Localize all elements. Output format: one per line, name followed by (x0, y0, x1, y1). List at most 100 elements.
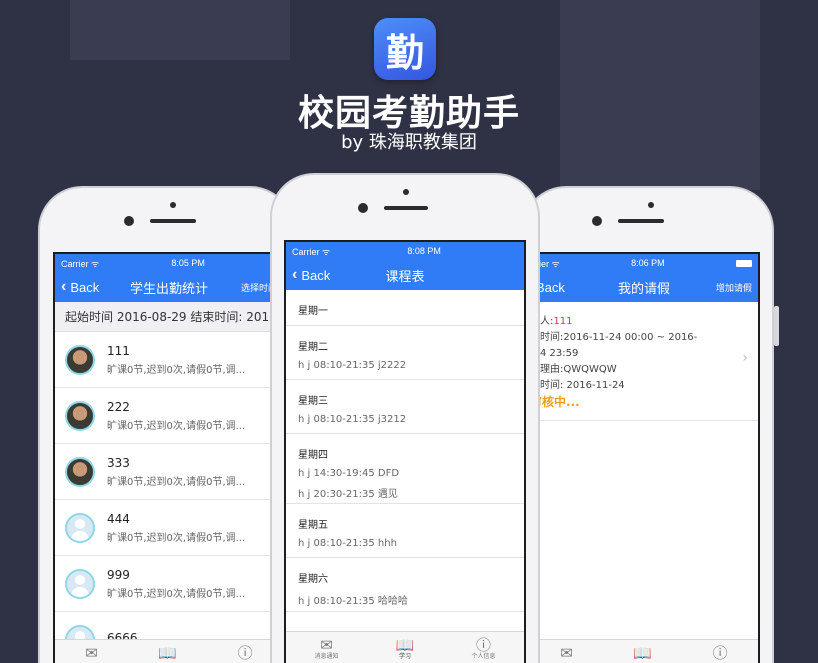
back-label: Back (70, 279, 100, 295)
right-screen: rier ᯤ 8:06 PM Back 我的请假 增加请假 假人:111 假时间… (528, 252, 760, 663)
schedule-day-item[interactable]: 星期五 h j 08:10-21:35 hhh (286, 504, 524, 558)
carrier-label: Carrier ᯤ (61, 258, 100, 269)
day-name: 星期三 (298, 396, 328, 407)
tab-bar: ✉ 📖 ⓘ (530, 639, 758, 663)
mail-icon: ✉ (85, 643, 98, 662)
student-detail: 旷课0节,迟到0次,请假0节,调... (107, 420, 246, 432)
status-badge: 审核中... (530, 395, 580, 409)
tab-messages[interactable]: ✉ (560, 645, 573, 661)
schedule-day-item[interactable]: 星期四 h j 14:30-19:45 DFD h j 20:30-21:35 遇见 (286, 434, 524, 504)
tab-bar: ✉ 📖 ⓘ (55, 639, 283, 663)
day-name: 星期五 (298, 520, 328, 531)
back-label: Back (301, 267, 331, 283)
tab-study[interactable]: 📖 学习 (396, 637, 415, 660)
schedule-day-item[interactable]: 星期一 (286, 290, 524, 326)
student-name: 999 (107, 567, 130, 582)
student-name: 444 (107, 511, 130, 526)
student-name: 222 (107, 399, 130, 414)
class-entry: h j 08:10-21:35 j2222 (298, 360, 407, 371)
front-camera (124, 216, 134, 226)
schedule-day-item[interactable]: 星期三 h j 08:10-21:35 j3212 (286, 380, 524, 434)
front-sensor (648, 202, 654, 208)
avatar (65, 344, 95, 375)
status-bar: Carrier ᯤ 8:08 PM (286, 242, 524, 260)
class-entry: h j 20:30-21:35 遇见 (298, 489, 398, 500)
earpiece-speaker (384, 206, 428, 210)
nav-bar: ‹ Back 课程表 (286, 260, 524, 290)
info-icon: ⓘ (712, 643, 728, 662)
student-info: 444 旷课0节,迟到0次,请假0节,调... (107, 512, 245, 544)
tab-profile[interactable]: ⓘ (238, 645, 253, 661)
nav-bar: Back 我的请假 增加请假 (530, 272, 758, 302)
leave-reason: 假理由:QWQWQW (530, 364, 617, 375)
student-list: 111 旷课0节,迟到0次,请假0节,调... 222 旷课0节,迟到0次,请假0节,… (55, 332, 283, 663)
tab-profile[interactable]: ⓘ 个人信息 (471, 637, 495, 660)
back-button[interactable]: Back (536, 280, 565, 295)
left-phone: Carrier ᯤ 8:05 PM ‹ Back 学生出勤统计 选择时间 起始时间… (38, 186, 294, 663)
student-row[interactable]: 333 旷课0节,迟到0次,请假0节,调... (55, 444, 283, 500)
leave-requester: 假人:111 (530, 314, 752, 330)
app-logo-glyph: 勤 (385, 30, 424, 75)
leave-request-item[interactable]: 假人:111 假时间:2016-11-24 00:00 ~ 2016- -24 … (530, 302, 758, 421)
status-bar: Carrier ᯤ 8:05 PM (55, 254, 283, 272)
front-sensor (403, 189, 409, 195)
student-row[interactable]: 222 旷课0节,迟到0次,请假0节,调... (55, 388, 283, 444)
class-entry: h j 14:30-19:45 DFD (298, 468, 400, 479)
app-subtitle: by 珠海职教集团 (341, 132, 477, 153)
chevron-left-icon: ‹ (292, 266, 298, 283)
avatar (65, 568, 95, 599)
submit-time: 交时间: 2016-11-24 (530, 380, 625, 391)
back-label: Back (536, 279, 565, 295)
front-camera (592, 216, 602, 226)
tab-profile[interactable]: ⓘ (713, 645, 728, 661)
tab-label: 消息通知 (314, 653, 339, 660)
tab-messages[interactable]: ✉ (85, 645, 98, 661)
day-name: 星期四 (298, 450, 328, 461)
tab-study[interactable]: 📖 (158, 645, 177, 661)
back-button[interactable]: ‹ Back (61, 278, 99, 296)
student-info: 222 旷课0节,迟到0次,请假0节,调... (107, 400, 245, 432)
app-logo-icon: 勤 (374, 18, 436, 80)
earpiece-speaker (150, 219, 196, 223)
leave-time: 假时间:2016-11-24 00:00 ~ 2016- (530, 332, 698, 343)
add-leave-button[interactable]: 增加请假 (716, 281, 752, 294)
student-info: 999 旷课0节,迟到0次,请假0节,调... (107, 568, 245, 600)
tab-messages[interactable]: ✉ 消息通知 (315, 637, 339, 660)
front-camera (358, 203, 368, 213)
nav-bar: ‹ Back 学生出勤统计 选择时间 (55, 272, 283, 302)
background-decoration (70, 0, 290, 60)
student-info: 111 旷课0节,迟到0次,请假0节,调... (107, 344, 245, 376)
book-icon: 📖 (158, 643, 178, 662)
class-entry: h j 08:10-21:35 hhh (298, 538, 397, 549)
clock: 8:05 PM (171, 258, 205, 268)
info-icon: ⓘ (237, 643, 253, 662)
left-screen: Carrier ᯤ 8:05 PM ‹ Back 学生出勤统计 选择时间 起始时间… (53, 252, 285, 663)
schedule-list: 星期一星期二 h j 08:10-21:35 j2222 星期三 h j 08:10-… (286, 290, 524, 612)
student-info: 333 旷课0节,迟到0次,请假0节,调... (107, 456, 245, 488)
student-row[interactable]: 444 旷课0节,迟到0次,请假0节,调... (55, 500, 283, 556)
mail-icon: ✉ (320, 636, 333, 654)
student-name: 111 (107, 343, 130, 358)
requester-value: 111 (553, 316, 573, 327)
tab-label: 学习 (398, 653, 411, 660)
battery-icon (736, 259, 752, 267)
tab-study[interactable]: 📖 (633, 645, 652, 661)
side-button (774, 306, 779, 346)
student-row[interactable]: 999 旷课0节,迟到0次,请假0节,调... (55, 556, 283, 612)
student-detail: 旷课0节,迟到0次,请假0节,调... (107, 476, 246, 488)
schedule-day-item[interactable]: 星期二 h j 08:10-21:35 j2222 (286, 326, 524, 380)
avatar (65, 400, 95, 431)
day-name: 星期二 (298, 342, 328, 353)
earpiece-speaker (618, 219, 664, 223)
info-icon: ⓘ (475, 636, 491, 654)
student-name: 333 (107, 455, 130, 470)
clock: 8:06 PM (631, 258, 665, 268)
schedule-day-item[interactable]: 星期六 h j 08:10-21:35 哈哈哈 (286, 558, 524, 612)
class-entry: h j 08:10-21:35 j3212 (298, 414, 407, 425)
student-detail: 旷课0节,迟到0次,请假0节,调... (107, 588, 246, 600)
back-button[interactable]: ‹ Back (292, 266, 330, 284)
tab-label: 个人信息 (471, 653, 496, 660)
book-icon: 📖 (395, 636, 415, 654)
student-row[interactable]: 111 旷课0节,迟到0次,请假0节,调... (55, 332, 283, 388)
student-detail: 旷课0节,迟到0次,请假0节,调... (107, 364, 246, 376)
